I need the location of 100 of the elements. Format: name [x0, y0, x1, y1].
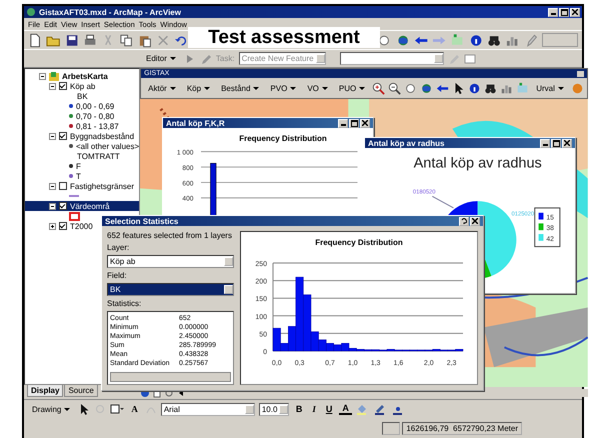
checkbox[interactable]: [59, 222, 67, 230]
font-color-button[interactable]: A: [339, 403, 352, 415]
layer-name: Byggnadsbestånd: [70, 132, 134, 140]
collapse-icon[interactable]: [49, 132, 56, 140]
target-dropdown[interactable]: [340, 52, 444, 65]
legend-label: F: [76, 162, 81, 170]
drawing-menu[interactable]: Drawing: [28, 404, 74, 414]
statistics-label: Statistics:: [107, 299, 142, 308]
collapse-icon[interactable]: [49, 202, 56, 210]
layer-name: Fastighetsgränser: [70, 182, 134, 190]
caption-label: Test assessment: [188, 27, 380, 48]
info-icon[interactable]: [468, 32, 484, 48]
legend-label: <all other values>: [76, 142, 140, 150]
legend-heading: BK: [76, 92, 88, 100]
table-icon[interactable]: [464, 52, 476, 64]
legend-label: 0,00 - 0,69: [76, 102, 114, 110]
tab[interactable]: Source: [64, 385, 98, 397]
maximize-button[interactable]: [349, 118, 359, 128]
toolbar-field[interactable]: [542, 33, 578, 47]
menu-button[interactable]: PUO: [334, 82, 370, 94]
layer-name: T2000: [70, 222, 93, 230]
checkbox[interactable]: [59, 82, 67, 90]
layer-dropdown[interactable]: Köp ab: [107, 255, 234, 268]
coordinates-text: 1626196,79 6572790,23 Meter: [402, 422, 522, 434]
legend-swatch: [538, 234, 544, 241]
caret-icon: [253, 86, 260, 90]
legend-heading: TOMTRATT: [76, 152, 120, 160]
legend-label: T: [76, 172, 81, 180]
rectangle-icon[interactable]: [110, 403, 124, 415]
maximize-button[interactable]: [559, 8, 569, 16]
field-label: Field:: [107, 271, 128, 280]
menu-button[interactable]: Urval: [532, 82, 568, 94]
caret-icon: [64, 408, 70, 410]
task-label: Task:: [216, 54, 235, 63]
layer-name: Köp ab: [70, 82, 96, 90]
menu-button[interactable]: Bestånd: [217, 82, 264, 94]
legend-swatch: [538, 223, 544, 230]
info-icon[interactable]: [468, 82, 482, 94]
close-button[interactable]: [562, 138, 572, 148]
pointer-icon[interactable]: [78, 403, 90, 415]
collapse-icon[interactable]: [49, 82, 56, 90]
menu-button[interactable]: Köp: [182, 82, 214, 94]
caret-icon: [558, 86, 564, 90]
summary-text: 652 features selected from 1 layers: [107, 231, 233, 240]
italic-button[interactable]: I: [309, 404, 319, 414]
globe-icon[interactable]: [420, 82, 434, 94]
new-file-icon[interactable]: [28, 32, 42, 48]
minimize-button[interactable]: [338, 118, 348, 128]
legend-box: [534, 207, 560, 248]
text-tool-button[interactable]: A: [128, 404, 141, 414]
save-icon[interactable]: [64, 32, 79, 48]
caret-icon: [204, 86, 210, 90]
scroll-bar[interactable]: [110, 372, 231, 382]
layer-label: Layer:: [107, 243, 130, 252]
menu-button[interactable]: Aktör: [144, 82, 180, 94]
tab[interactable]: Display: [27, 385, 64, 397]
zoom-in-icon[interactable]: [372, 82, 386, 94]
caret-icon: [170, 86, 176, 90]
font-size-dropdown[interactable]: 10.0: [258, 402, 289, 416]
help-button[interactable]: [459, 216, 469, 226]
expand-icon[interactable]: [49, 222, 56, 230]
collapse-icon[interactable]: [49, 182, 56, 190]
close-button[interactable]: [470, 216, 480, 226]
layer-name: Värdeområ: [70, 202, 110, 210]
minimize-button[interactable]: [540, 138, 550, 148]
selected-row[interactable]: Värdeområ: [25, 201, 140, 211]
binoculars-icon[interactable]: [484, 82, 498, 94]
field-dropdown[interactable]: BK: [107, 283, 234, 296]
close-button[interactable]: [360, 118, 370, 128]
close-button[interactable]: [570, 8, 580, 16]
menu-button[interactable]: PVO: [266, 82, 300, 94]
underline-button[interactable]: U: [322, 404, 336, 414]
maximize-button[interactable]: [551, 138, 561, 148]
window-title: Antal köp av radhus: [368, 138, 444, 148]
task-dropdown[interactable]: Create New Feature: [238, 52, 326, 65]
legend-label: 0,70 - 0,80: [76, 112, 114, 120]
close-button[interactable]: [576, 70, 584, 76]
bold-button[interactable]: B: [292, 404, 306, 414]
globe-icon: [26, 7, 36, 17]
caret-icon: [170, 57, 176, 60]
caret-icon: [290, 86, 296, 90]
editor-menu[interactable]: Editor: [142, 53, 180, 64]
chart-title: Antal köp av radhus: [414, 155, 542, 172]
menu-button[interactable]: VO: [303, 82, 332, 94]
print-icon[interactable]: [82, 32, 98, 48]
copy-icon[interactable]: [119, 32, 134, 48]
checkbox[interactable]: [59, 202, 67, 210]
collapse-icon[interactable]: [39, 72, 46, 80]
window-title: Selection Statistics: [105, 216, 178, 226]
caret-icon: [322, 86, 328, 90]
legend-label: 0,81 - 13,87: [76, 122, 119, 130]
layers-icon: [49, 72, 59, 80]
zoom-out-icon[interactable]: [388, 82, 402, 94]
font-dropdown[interactable]: Arial: [160, 402, 255, 416]
minimize-button[interactable]: [548, 8, 558, 16]
checkbox[interactable]: [59, 132, 67, 140]
tree-item[interactable]: ArbetsKarta: [62, 72, 108, 80]
checkbox[interactable]: [59, 182, 67, 190]
window-title: Antal köp F,K,R: [166, 118, 225, 128]
legend-swatch: [538, 212, 544, 220]
